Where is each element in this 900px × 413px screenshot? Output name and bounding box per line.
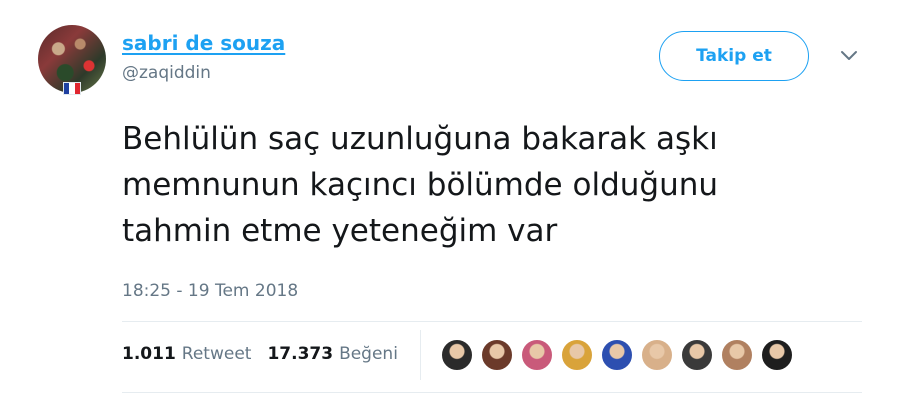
retweet-count[interactable]: 1.011 Retweet xyxy=(122,344,251,364)
liker-avatar[interactable] xyxy=(520,338,554,372)
tweet-text-line: tahmin etme yeteneğim var xyxy=(122,213,558,249)
liker-avatar[interactable] xyxy=(680,338,714,372)
author-handle[interactable]: @zaqiddin xyxy=(122,63,211,83)
like-count-label: Beğeni xyxy=(339,344,398,364)
follow-button[interactable]: Takip et xyxy=(659,31,809,81)
retweet-count-label: Retweet xyxy=(181,344,252,364)
divider xyxy=(122,392,862,393)
tweet-text-line: memnunun kaçıncı bölümde olduğunu xyxy=(122,167,719,203)
liker-avatar[interactable] xyxy=(640,338,674,372)
liker-avatars xyxy=(440,338,794,372)
like-count[interactable]: 17.373 Beğeni xyxy=(267,344,397,364)
retweet-count-value: 1.011 xyxy=(122,344,176,364)
liker-avatar[interactable] xyxy=(720,338,754,372)
liker-avatar[interactable] xyxy=(560,338,594,372)
stats-separator xyxy=(420,330,421,380)
liker-avatar[interactable] xyxy=(600,338,634,372)
tweet-text-line: Behlülün saç uzunluğuna bakarak aşkı xyxy=(122,121,718,157)
france-flag-icon xyxy=(63,82,81,95)
divider xyxy=(122,321,862,322)
tweet-text: Behlülün saç uzunluğuna bakarak aşkı mem… xyxy=(122,116,842,254)
liker-avatar[interactable] xyxy=(480,338,514,372)
like-count-value: 17.373 xyxy=(267,344,334,364)
tweet-stats: 1.011 Retweet 17.373 Beğeni xyxy=(122,344,398,364)
liker-avatar[interactable] xyxy=(760,338,794,372)
tweet-timestamp[interactable]: 18:25 - 19 Tem 2018 xyxy=(122,281,298,301)
chevron-down-icon[interactable] xyxy=(840,50,858,62)
author-display-name[interactable]: sabri de souza xyxy=(122,31,285,55)
liker-avatar[interactable] xyxy=(440,338,474,372)
